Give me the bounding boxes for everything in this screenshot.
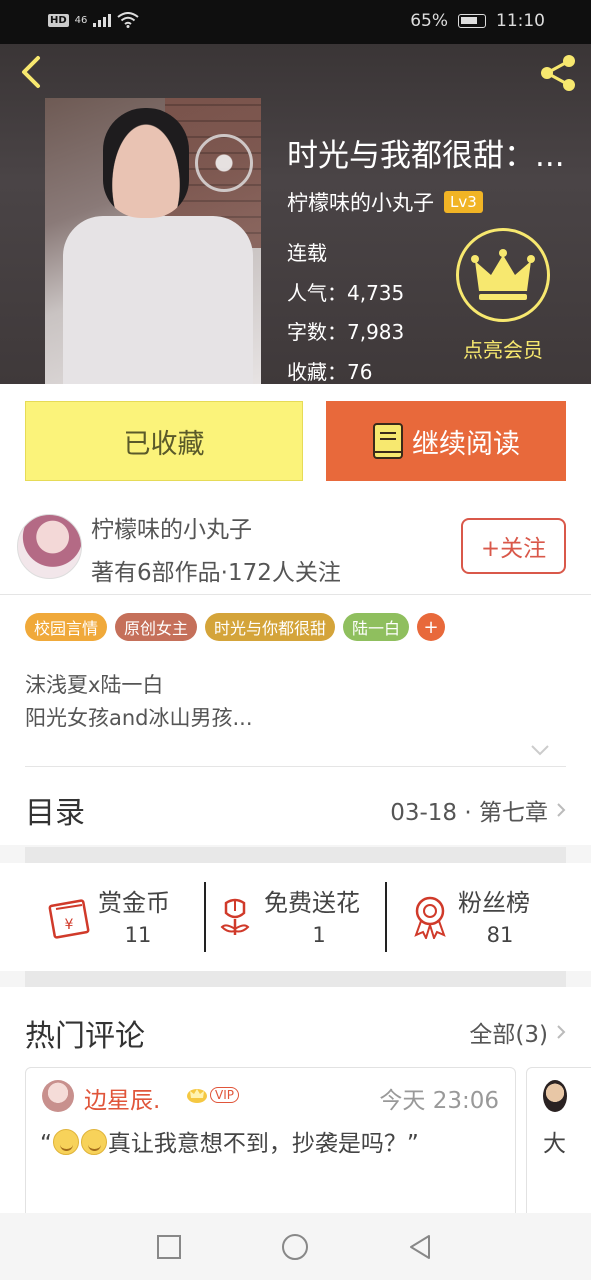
all-comments-link[interactable]: 全部(3) [469,1015,566,1049]
system-nav-bar [0,1213,591,1280]
level-badge: Lv3 [444,191,483,213]
smile-emoji-icon [52,1129,79,1155]
network-type: 46 [74,14,88,26]
section-spacer [25,971,566,987]
reward-coins[interactable]: ¥ 赏金币 11 [46,883,196,953]
description-line: 阳光女孩and冰山男孩... [25,706,253,730]
comment-card[interactable]: 大 [526,1067,591,1227]
wifi-icon [117,12,140,28]
medal-icon [414,896,446,939]
svg-text:¥: ¥ [65,917,74,933]
collected-button[interactable]: 已收藏 [25,401,303,481]
latest-chapter-label: 03-18 · 第七章 [390,800,548,826]
book-title: 时光与我都很甜：... [287,138,565,174]
commenter-avatar [543,1080,567,1112]
add-tag-button[interactable]: + [417,613,446,641]
reward-flowers[interactable]: 免费送花 1 [218,883,378,953]
tag-item[interactable]: 陆一白 [343,613,410,641]
tag-item[interactable]: 原创女主 [115,613,198,641]
status-left: HD 46 [48,12,140,28]
status-bar: HD 46 65% 11:10 [0,0,591,44]
reward-count: 81 [486,923,514,947]
commenter-name[interactable]: 边星辰. [84,1081,160,1115]
description-line: 沫浅夏x陆一白 [25,673,164,697]
tag-list: 校园言情 原创女主 时光与你都很甜 陆一白 + [25,613,446,641]
tag-item[interactable]: 时光与你都很甜 [205,613,336,641]
book-author[interactable]: 柠檬味的小丸子 [287,187,434,217]
battery-icon [458,14,486,28]
continue-reading-label: 继续阅读 [412,428,520,460]
vip-badge: VIP [186,1086,239,1104]
hd-icon: HD [48,13,69,27]
book-description[interactable]: 沫浅夏x陆一白 阳光女孩and冰山男孩... [25,669,253,735]
clock: 11:10 [496,11,545,31]
reward-label: 粉丝榜 [458,889,530,917]
reward-fans[interactable]: 粉丝榜 81 [410,883,560,953]
divider [204,882,206,952]
action-bar: 已收藏 继续阅读 [0,384,591,494]
quote-mark: “ [40,1131,52,1157]
divider [385,882,387,952]
comment-body: 真让我意想不到，抄袭是吗？” [107,1131,419,1157]
continue-reading-button[interactable]: 继续阅读 [326,401,566,481]
comment-text: “ 真让我意想不到，抄袭是吗？” [40,1124,419,1158]
popularity: 人气：4,735 [287,281,405,305]
reward-count: 11 [124,923,152,947]
vip-label: VIP [210,1087,239,1103]
chevron-down-icon[interactable] [530,743,550,757]
status-right: 65% 11:10 [410,11,545,31]
vip-label[interactable]: 点亮会员 [456,334,550,363]
back-nav-icon[interactable] [407,1233,435,1261]
reward-count: 1 [312,923,326,947]
author-stats: 著有6部作品·172人关注 [91,560,341,586]
comment-card[interactable]: 边星辰. VIP 今天 23:06 “ 真让我意想不到，抄袭是吗？” [25,1067,516,1227]
book-cover [45,98,261,384]
toc-latest-chapter[interactable]: 03-18 · 第七章 [390,793,566,827]
follow-button[interactable]: +关注 [461,518,566,574]
book-detail: 校园言情 原创女主 时光与你都很甜 陆一白 + 沫浅夏x陆一白 阳光女孩and冰… [0,595,591,845]
tag-item[interactable]: 校园言情 [25,613,108,641]
flower-icon [220,898,250,935]
smile-emoji-icon [80,1129,107,1155]
toc-title[interactable]: 目录 [25,788,85,832]
author-row[interactable]: 柠檬味的小丸子 著有6部作品·172人关注 +关注 [0,494,591,594]
serial-status: 连载 [287,241,327,265]
rewards-row: ¥ 赏金币 11 免费送花 1 粉丝榜 81 [0,863,591,971]
section-spacer [25,847,566,863]
battery-percent: 65% [410,11,448,31]
back-icon[interactable] [14,52,50,92]
hot-comments: 热门评论 全部(3) 边星辰. VIP 今天 23:06 “ 真让我意想不到，抄袭… [0,987,591,1227]
comment-text: 大 [543,1131,566,1157]
book-header: 时光与我都很甜：... 柠檬味的小丸子 Lv3 连载 人气：4,735 字数：7… [0,44,591,384]
red-packet-icon: ¥ [48,899,90,939]
favorites-count: 收藏：76 [287,360,373,384]
commenter-avatar[interactable] [42,1080,74,1112]
recent-apps-icon[interactable] [155,1233,183,1261]
word-count: 字数：7,983 [287,320,405,344]
comment-time: 今天 23:06 [379,1088,499,1114]
chevron-right-icon [557,1025,566,1039]
reward-label: 赏金币 [98,889,170,917]
vip-button[interactable] [456,228,550,322]
crown-icon [187,1089,207,1103]
book-icon [373,423,403,459]
reward-label: 免费送花 [264,889,360,917]
crown-icon [471,249,535,300]
all-comments-label: 全部(3) [469,1022,548,1048]
author-avatar[interactable] [17,514,82,579]
home-icon[interactable] [281,1233,309,1261]
author-name[interactable]: 柠檬味的小丸子 [91,510,252,544]
divider [25,766,566,767]
hot-comments-title: 热门评论 [25,1019,145,1054]
share-icon[interactable] [535,50,581,96]
signal-icon [93,13,112,27]
chevron-right-icon [557,803,566,817]
book-author-line: 柠檬味的小丸子 Lv3 [287,187,483,217]
